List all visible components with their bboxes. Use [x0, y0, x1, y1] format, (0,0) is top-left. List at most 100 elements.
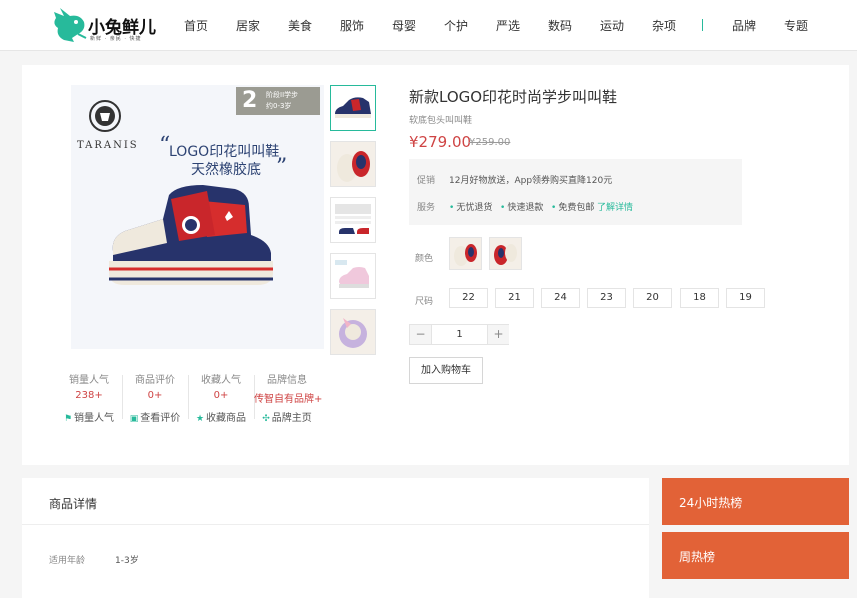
stat-title: 收藏人气	[201, 375, 241, 386]
size-option-24[interactable]: 24	[541, 288, 580, 308]
size-option-18[interactable]: 18	[680, 288, 719, 308]
badge-line-1: 阶段II学步	[266, 91, 299, 99]
shoe-pair-swatch-icon	[494, 244, 517, 265]
shoe-thumbnail-icon	[335, 97, 371, 118]
stat-title: 品牌信息	[267, 375, 307, 386]
service-item-label: 免费包邮	[558, 203, 595, 213]
comment-icon: ▣	[129, 414, 139, 424]
nav-item-misc[interactable]: 杂项	[652, 17, 676, 34]
size-label: 尺码	[415, 297, 434, 307]
size-option-22[interactable]: 22	[449, 288, 488, 308]
learn-more-link[interactable]: 了解详情	[597, 200, 633, 213]
rabbit-logo-icon	[54, 8, 87, 42]
details-title: 商品详情	[49, 497, 98, 511]
nav-item-personal-care[interactable]: 个护	[444, 17, 468, 34]
nav-item-apparel[interactable]: 服饰	[340, 17, 364, 34]
thumbnail-5[interactable]	[330, 309, 376, 355]
bullet-icon: •	[449, 203, 455, 213]
bullet-icon: •	[551, 203, 557, 213]
product-old-price: ¥259.00	[469, 137, 511, 148]
ranking-tab-24h[interactable]: 24小时热榜	[662, 478, 849, 525]
nav-item-sports[interactable]: 运动	[600, 17, 624, 34]
brand-name: TARANIS	[77, 140, 139, 151]
thumbnail-1[interactable]	[330, 85, 376, 131]
age-stage-badge: 2 阶段II学步 约0-3岁	[236, 87, 320, 115]
service-item-label: 无忧退货	[456, 203, 493, 213]
bullet-icon: •	[500, 203, 506, 213]
shoe-illustration	[109, 185, 273, 285]
attribute-label: 适用年龄	[49, 556, 86, 566]
quantity-plus-button[interactable]: +	[488, 325, 509, 344]
nav-item-home-living[interactable]: 居家	[236, 17, 260, 34]
size-option-23[interactable]: 23	[587, 288, 626, 308]
stat-title: 销量人气	[69, 375, 109, 386]
stat-link-favorite[interactable]: ★ 收藏商品	[188, 409, 254, 424]
nav-item-brands[interactable]: 品牌	[732, 17, 756, 34]
shoe-pair-swatch-icon	[454, 244, 477, 266]
nav-item-digital[interactable]: 数码	[548, 17, 572, 34]
stat-link-label: 查看评价	[140, 413, 181, 424]
quantity-input[interactable]	[431, 325, 488, 344]
nav-item-topics[interactable]: 专题	[784, 17, 808, 34]
stat-value: 传智自有品牌+	[254, 394, 323, 405]
thumbnail-2[interactable]	[330, 141, 376, 187]
color-option-2[interactable]	[489, 237, 522, 270]
stat-value: 238+	[75, 390, 103, 401]
thumbnail-strip	[330, 85, 376, 365]
product-details-panel: 商品详情 适用年龄 1-3岁	[22, 478, 649, 598]
product-panel: TARANIS 2 阶段II学步 约0-3岁 “ LOGO印花叫叫鞋 天然橡胶底…	[22, 65, 849, 465]
service-item: • 无忧退货	[449, 200, 492, 213]
size-option-20[interactable]: 20	[633, 288, 672, 308]
flag-icon: ⚑	[63, 414, 73, 424]
stat-reviews: 商品评价 0+ ▣ 查看评价	[122, 371, 188, 424]
lion-emblem-icon	[89, 100, 121, 132]
color-label: 颜色	[415, 254, 434, 264]
stat-link-label: 销量人气	[74, 413, 115, 424]
thumbnail-3[interactable]	[330, 197, 376, 243]
color-option-1[interactable]	[449, 237, 482, 270]
shoe-pair-thumbnail-icon	[337, 151, 370, 182]
stat-link-label: 收藏商品	[206, 413, 247, 424]
brand-icon: ✣	[262, 414, 270, 424]
attribute-value: 1-3岁	[115, 556, 139, 566]
ranking-tab-label: 24小时热榜	[679, 496, 743, 510]
details-header: 商品详情	[22, 478, 649, 525]
quantity-minus-button[interactable]: −	[410, 325, 431, 344]
stat-link-sales[interactable]: ⚑ 销量人气	[56, 409, 122, 424]
size-chart-thumbnail-icon	[335, 204, 371, 234]
site-header: 小兔鲜儿 新鲜 · 亲民 · 快捷 首页 居家 美食 服饰 母婴 个护 严选 数…	[0, 0, 857, 51]
size-option-19[interactable]: 19	[726, 288, 765, 308]
nav-item-baby[interactable]: 母婴	[392, 17, 416, 34]
stat-title: 商品评价	[135, 375, 175, 386]
image-promo-line-1: LOGO印花叫叫鞋	[169, 144, 280, 160]
nav-item-selection[interactable]: 严选	[496, 17, 520, 34]
stat-link-brand[interactable]: ✣ 品牌主页	[254, 409, 320, 424]
product-stats: 销量人气 238+ ⚑ 销量人气 商品评价 0+ ▣ 查看评价 收藏人气 0+ ★ 收…	[56, 371, 322, 429]
product-subtitle: 软底包头叫叫鞋	[409, 116, 473, 126]
product-title: 新款LOGO印花时尚学步叫叫鞋	[409, 88, 618, 106]
star-icon: ★	[195, 414, 205, 424]
ranking-tab-weekly[interactable]: 周热榜	[662, 532, 849, 579]
add-to-cart-button[interactable]: 加入购物车	[409, 357, 483, 384]
size-option-21[interactable]: 21	[495, 288, 534, 308]
service-item: • 免费包邮	[551, 200, 594, 213]
badge-line-2: 约0-3岁	[266, 102, 292, 110]
site-logo[interactable]: 小兔鲜儿 新鲜 · 亲民 · 快捷	[50, 4, 160, 44]
nav-item-home[interactable]: 首页	[184, 17, 208, 34]
image-promo-line-2: 天然橡胶底	[191, 162, 261, 178]
stat-link-reviews[interactable]: ▣ 查看评价	[122, 409, 188, 424]
pink-shoe-thumbnail-icon	[335, 260, 369, 288]
nav-divider	[702, 19, 703, 31]
nav-item-food[interactable]: 美食	[288, 17, 312, 34]
thumbnail-4[interactable]	[330, 253, 376, 299]
promotion-text: 12月好物放送，App领券购买直降120元	[449, 176, 613, 186]
quantity-stepper: − +	[409, 324, 509, 345]
stat-value: 0+	[213, 390, 229, 401]
service-item-label: 快速退款	[507, 203, 544, 213]
purple-shoe-thumbnail-icon	[339, 318, 367, 348]
product-price: ¥279.00	[409, 133, 472, 151]
promotion-label: 促销	[417, 176, 436, 186]
product-main-image: TARANIS 2 阶段II学步 约0-3岁 “ LOGO印花叫叫鞋 天然橡胶底…	[71, 85, 324, 349]
stat-brand: 品牌信息 传智自有品牌+ ✣ 品牌主页	[254, 371, 323, 424]
service-item: • 快速退款	[500, 200, 543, 213]
